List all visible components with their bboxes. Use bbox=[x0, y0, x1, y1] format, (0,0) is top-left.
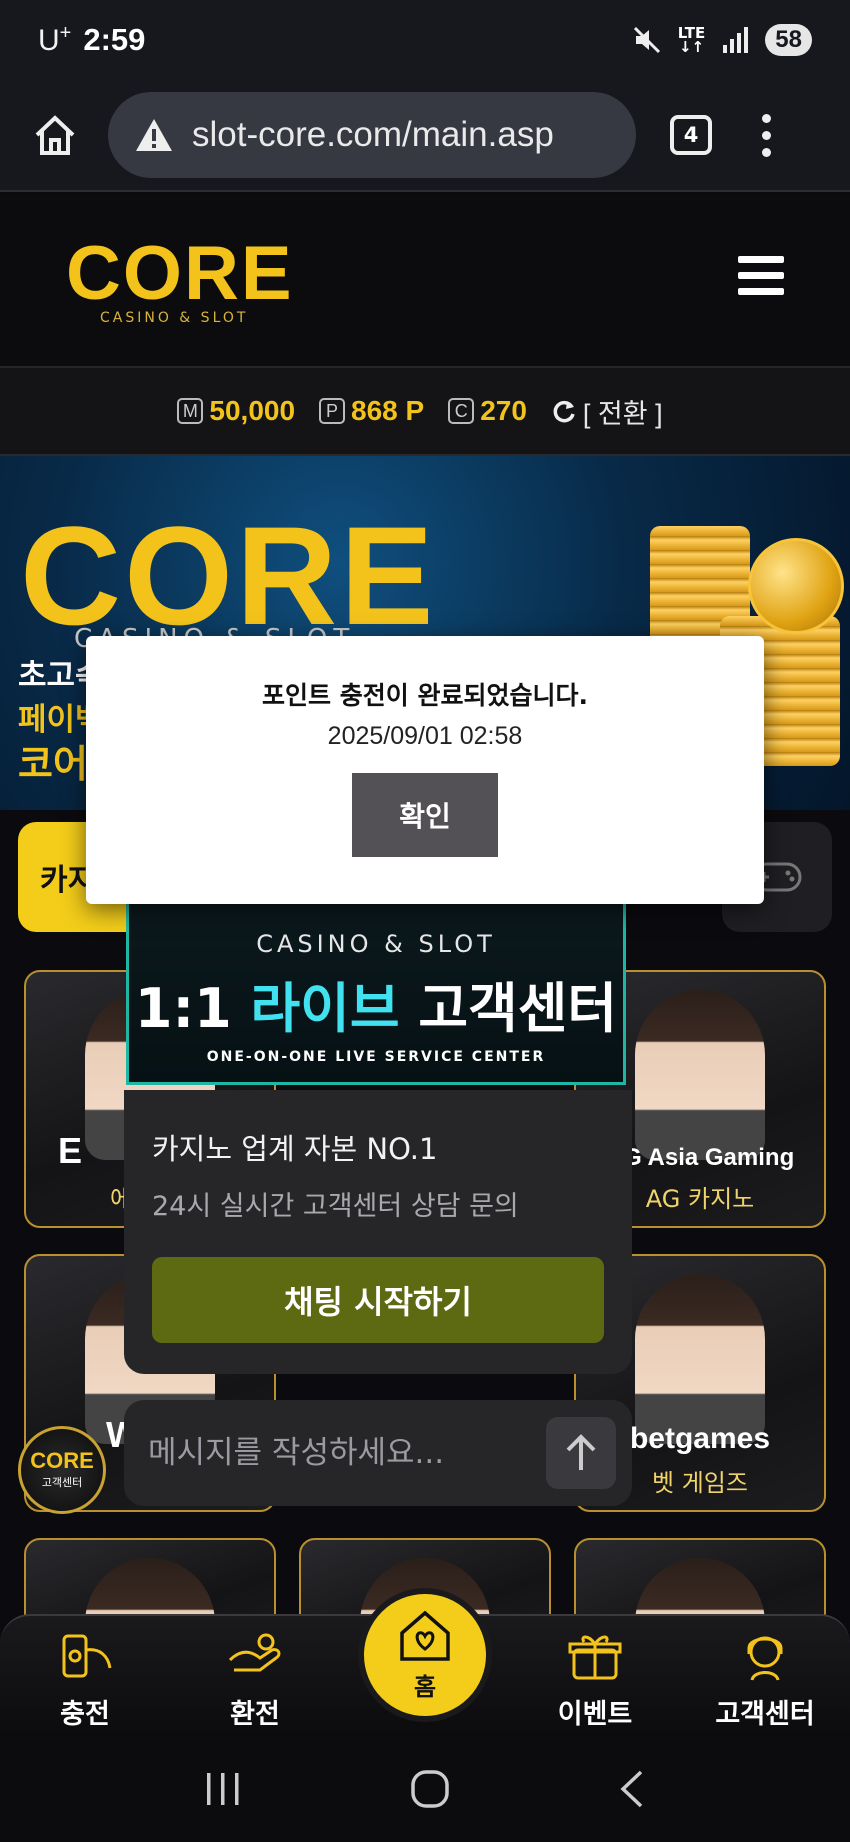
browser-toolbar: slot-core.com/main.asp 4 bbox=[0, 80, 850, 192]
url-bar[interactable]: slot-core.com/main.asp bbox=[108, 92, 636, 178]
browser-home-button[interactable] bbox=[20, 100, 90, 170]
chat-heading: 카지노 업계 자본 NO.1 bbox=[152, 1132, 438, 1166]
convert-button[interactable]: [ 전환 ] bbox=[551, 392, 663, 431]
chat-description: 24시 실시간 고객센터 상담 문의 bbox=[152, 1191, 519, 1222]
home-button-icon[interactable] bbox=[410, 1769, 450, 1809]
site-logo[interactable]: CORE CASINO & SLOT bbox=[66, 236, 294, 327]
carrier: U+ bbox=[38, 22, 72, 57]
floating-support-logo[interactable]: CORE 고객센터 bbox=[18, 1426, 106, 1514]
back-icon[interactable] bbox=[617, 1769, 647, 1809]
dialog-message: 포인트 충전이 완료되었습니다. bbox=[262, 681, 588, 710]
chat-message-box bbox=[124, 1400, 632, 1506]
banner-logo: CORE bbox=[20, 497, 437, 654]
arrow-up-icon bbox=[566, 1434, 596, 1470]
nav-support[interactable]: 고객센터 bbox=[700, 1630, 830, 1731]
balance-bar: M 50,000 P 868 P C 270 [ 전환 ] bbox=[0, 368, 850, 456]
mute-icon bbox=[633, 26, 660, 54]
start-chat-button[interactable]: 채팅 시작하기 bbox=[152, 1257, 604, 1343]
deposit-icon bbox=[62, 1634, 112, 1678]
system-navigation-bar bbox=[0, 1736, 850, 1842]
live-chat-banner: CASINO & SLOT 1:1 라이브 고객센터 ONE-ON-ONE LI… bbox=[126, 880, 626, 1085]
point-balance: P 868 P bbox=[319, 395, 424, 427]
refresh-icon bbox=[553, 400, 575, 423]
nav-withdraw[interactable]: 환전 bbox=[190, 1630, 320, 1731]
nav-deposit[interactable]: 충전 bbox=[20, 1630, 150, 1731]
site-header: CORE CASINO & SLOT bbox=[0, 194, 850, 368]
nav-home[interactable]: 홈 bbox=[358, 1588, 492, 1722]
recent-apps-icon[interactable] bbox=[203, 1771, 243, 1807]
coin-balance: C 270 bbox=[448, 395, 527, 427]
send-message-button[interactable] bbox=[546, 1417, 616, 1489]
charge-complete-dialog: 포인트 충전이 완료되었습니다. 2025/09/01 02:58 확인 bbox=[86, 636, 764, 904]
nav-event[interactable]: 이벤트 bbox=[530, 1630, 660, 1731]
signal-icon bbox=[723, 27, 749, 53]
tab-switcher-button[interactable]: 4 bbox=[670, 115, 712, 155]
hamburger-menu-button[interactable] bbox=[738, 256, 784, 295]
live-chat-panel: 카지노 업계 자본 NO.1 24시 실시간 고객센터 상담 문의 채팅 시작하… bbox=[124, 1090, 632, 1374]
withdraw-icon bbox=[228, 1633, 281, 1672]
url-text: slot-core.com/main.asp bbox=[192, 115, 554, 154]
battery-level: 58 bbox=[765, 24, 812, 56]
warning-icon bbox=[136, 119, 172, 151]
status-time: 2:59 bbox=[83, 22, 146, 57]
network-type: LTE ↓↑ bbox=[677, 24, 706, 56]
dialog-confirm-button[interactable]: 확인 bbox=[352, 773, 498, 857]
dialog-timestamp: 2025/09/01 02:58 bbox=[327, 722, 523, 750]
gift-icon bbox=[568, 1635, 622, 1680]
home-heart-icon bbox=[400, 1610, 450, 1661]
home-icon bbox=[35, 115, 75, 155]
status-icons: LTE ↓↑ 58 bbox=[632, 24, 812, 56]
support-icon bbox=[747, 1636, 783, 1681]
chat-title: 1:1 라이브 고객센터 bbox=[134, 977, 618, 1040]
status-bar: U+ 2:59 LTE ↓↑ 58 bbox=[0, 0, 850, 80]
browser-menu-button[interactable] bbox=[762, 113, 771, 157]
money-balance: M 50,000 bbox=[177, 395, 295, 427]
chat-message-input[interactable] bbox=[148, 1435, 546, 1471]
money-icon: M bbox=[177, 398, 204, 424]
point-icon: P bbox=[319, 398, 346, 424]
coin-icon: C bbox=[448, 398, 475, 424]
